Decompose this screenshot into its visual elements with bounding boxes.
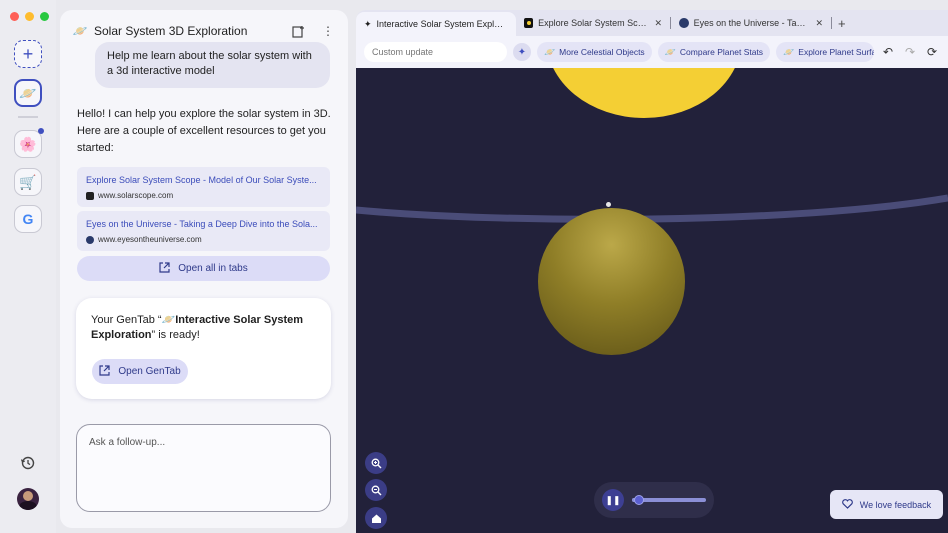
planet-icon: 🪐	[19, 84, 37, 101]
rail-divider	[18, 116, 38, 118]
gentab-ready-card: Your GenTab “🪐Interactive Solar System E…	[76, 298, 331, 399]
left-rail: + 🪐 🌸 🛒 G	[0, 0, 56, 533]
link-title[interactable]: Explore Solar System Scope - Model of Ou…	[86, 175, 321, 185]
assistant-reply: Hello! I can help you explore the solar …	[77, 108, 331, 154]
maximize-window-button[interactable]	[40, 12, 49, 21]
browser-window: ✦ Interactive Solar System Explor... Exp…	[356, 10, 948, 533]
feedback-label: We love feedback	[859, 499, 932, 510]
planet[interactable]	[538, 208, 685, 355]
solarscope-favicon-icon	[86, 191, 94, 200]
chip-compare-planet-stats[interactable]: 🪐 Compare Planet Stats	[657, 42, 771, 62]
follow-up-input[interactable]: Ask a follow-up...	[76, 424, 331, 512]
gentab-prefix: Your GenTab “	[91, 314, 162, 326]
cart-icon: 🛒	[19, 173, 37, 190]
rail-item-google[interactable]: G	[14, 205, 42, 233]
home-button[interactable]	[365, 507, 387, 529]
chip-explore-planet-surfaces[interactable]: 🪐 Explore Planet Surfa	[776, 42, 875, 62]
link-domain: www.solarscope.com	[98, 191, 174, 200]
eyes-favicon-icon	[679, 18, 689, 28]
custom-update-input[interactable]	[364, 42, 507, 62]
notification-dot	[38, 128, 44, 134]
playback-controls: ❚❚	[594, 482, 714, 518]
google-icon: G	[22, 211, 34, 227]
user-avatar[interactable]	[17, 488, 39, 510]
planet-icon: 🪐	[72, 24, 88, 38]
feedback-button[interactable]: We love feedback	[830, 490, 943, 519]
eyes-favicon-icon	[86, 235, 94, 244]
gentab-ready-message: Your GenTab “🪐Interactive Solar System E…	[91, 313, 319, 343]
history-icon[interactable]	[20, 455, 36, 471]
planet-icon: 🪐	[543, 46, 556, 57]
user-message: Help me learn about the solar system wit…	[95, 42, 330, 88]
open-gentab-button[interactable]: Open GenTab	[92, 359, 188, 384]
tab-solar-system-scope[interactable]: Explore Solar System Scope - ✕	[516, 12, 670, 34]
refresh-icon[interactable]: ⟳	[924, 44, 940, 60]
chat-header: 🪐 Solar System 3D Exploration ⋮	[72, 22, 336, 40]
chip-more-celestial-objects[interactable]: 🪐 More Celestial Objects	[536, 42, 652, 62]
link-domain-row: www.solarscope.com	[86, 191, 321, 200]
link-domain: www.eyesontheuniverse.com	[98, 235, 202, 244]
tab-title: Interactive Solar System Explor...	[376, 19, 508, 29]
flower-icon: 🌸	[19, 135, 37, 152]
tab-title: Explore Solar System Scope -	[538, 18, 648, 28]
link-card[interactable]: Eyes on the Universe - Taking a Deep Div…	[77, 211, 330, 251]
open-all-tabs-button[interactable]: Open all in tabs	[77, 256, 330, 281]
close-window-button[interactable]	[10, 12, 19, 21]
minimize-window-button[interactable]	[25, 12, 34, 21]
heart-icon	[841, 498, 853, 511]
solarscope-favicon-icon	[524, 18, 534, 28]
tab-interactive-solar-system[interactable]: ✦ Interactive Solar System Explor...	[356, 12, 516, 36]
open-external-icon	[159, 261, 170, 276]
redo-icon[interactable]: ↷	[902, 44, 918, 60]
chat-title: Solar System 3D Exploration	[94, 24, 248, 38]
tab-title: Eyes on the Universe - Taking	[693, 18, 809, 28]
gentab-suffix: ” is ready!	[151, 329, 200, 341]
zoom-in-button[interactable]	[365, 452, 387, 474]
close-tab-icon[interactable]: ✕	[815, 18, 823, 29]
undo-icon[interactable]: ↶	[880, 44, 896, 60]
gentab-toolbar: ✦ 🪐 More Celestial Objects 🪐 Compare Pla…	[356, 36, 948, 68]
rail-item-cart-group[interactable]: 🛒	[14, 168, 42, 196]
open-all-label: Open all in tabs	[178, 263, 248, 274]
solar-system-3d-view[interactable]: ❚❚ We love feedback	[356, 68, 948, 533]
zoom-out-button[interactable]	[365, 479, 387, 501]
planet-icon: 🪐	[664, 46, 676, 57]
link-domain-row: www.eyesontheuniverse.com	[86, 235, 321, 244]
sparkle-icon: ✦	[364, 18, 372, 29]
rail-item-gentab-solar[interactable]: 🪐	[14, 79, 42, 107]
speed-slider[interactable]	[632, 495, 706, 505]
slider-knob[interactable]	[634, 495, 645, 505]
tab-separator	[831, 17, 832, 29]
sun	[546, 68, 742, 118]
moon[interactable]	[606, 202, 611, 207]
open-gentab-label: Open GenTab	[118, 366, 181, 377]
close-tab-icon[interactable]: ✕	[654, 18, 662, 29]
tab-strip: ✦ Interactive Solar System Explor... Exp…	[356, 10, 948, 36]
rail-item-flower-group[interactable]: 🌸	[14, 128, 44, 158]
more-options-icon[interactable]: ⋮	[320, 23, 336, 39]
new-tab-icon[interactable]: +	[838, 16, 846, 31]
chip-label: Explore Planet Surfa	[798, 47, 875, 57]
pause-button[interactable]: ❚❚	[602, 489, 624, 511]
planet-icon: 🪐	[783, 46, 795, 57]
magic-wand-icon[interactable]: ✦	[512, 43, 531, 61]
chip-label: Compare Planet Stats	[679, 47, 764, 57]
tab-eyes-on-universe[interactable]: Eyes on the Universe - Taking ✕	[671, 12, 831, 34]
window-controls	[10, 12, 49, 21]
new-chat-button[interactable]: +	[14, 40, 42, 68]
link-title[interactable]: Eyes on the Universe - Taking a Deep Div…	[86, 219, 321, 229]
open-external-icon	[99, 364, 110, 379]
chat-panel: 🪐 Solar System 3D Exploration ⋮ Help me …	[60, 10, 348, 528]
link-card[interactable]: Explore Solar System Scope - Model of Ou…	[77, 167, 330, 207]
chip-label: More Celestial Objects	[559, 47, 645, 57]
add-to-tab-icon[interactable]	[290, 23, 306, 39]
plus-icon: +	[22, 43, 34, 64]
